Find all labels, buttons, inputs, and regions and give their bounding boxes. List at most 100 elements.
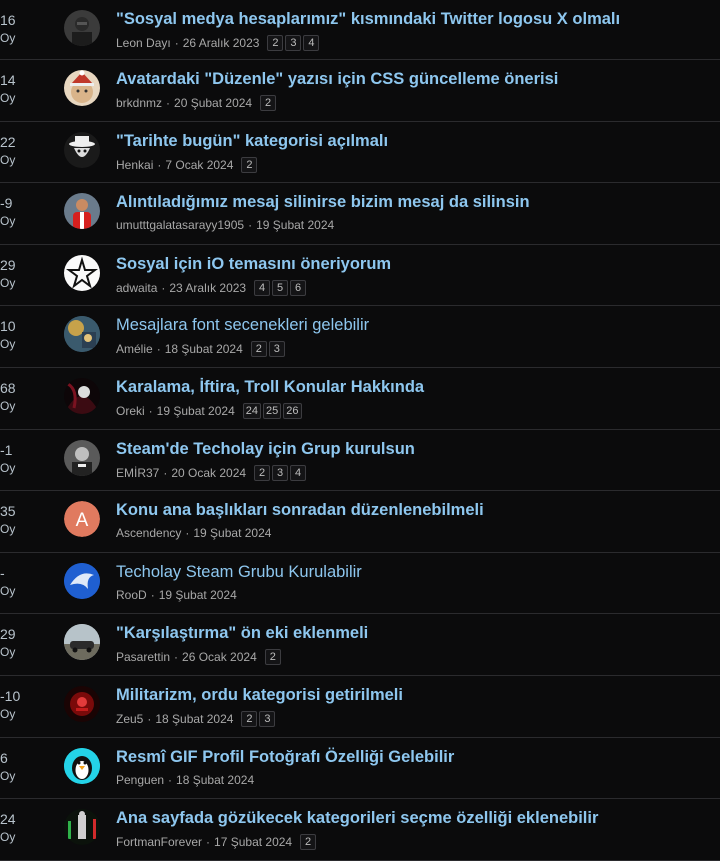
avatar[interactable] bbox=[64, 747, 100, 784]
page-link[interactable]: 24 bbox=[242, 402, 261, 419]
vote-label: Oy bbox=[0, 31, 16, 45]
author-link[interactable]: Zeu5 bbox=[116, 712, 143, 726]
topic-date: 18 Şubat 2024 bbox=[164, 342, 243, 357]
topic-title-link[interactable]: Konu ana başlıkları sonradan düzenlenebi… bbox=[116, 501, 484, 520]
page-link[interactable]: 2 bbox=[260, 95, 277, 111]
topic-date: 23 Aralık 2023 bbox=[169, 280, 247, 295]
page-link[interactable]: 26 bbox=[283, 402, 302, 419]
topic-title-link[interactable]: Mesajlara font secenekleri gelebilir bbox=[116, 316, 369, 335]
topic-row: 16 Oy "Sosyal medya hesaplarımız" kısmında… bbox=[0, 0, 720, 60]
topic-title-link[interactable]: Techolay Steam Grubu Kurulabilir bbox=[116, 563, 362, 582]
page-link[interactable]: 4 bbox=[290, 464, 307, 481]
topic-title-link[interactable]: Militarizm, ordu kategorisi getirilmeli bbox=[116, 686, 403, 705]
topic-title-link[interactable]: Ana sayfada gözükecek kategorileri seçme… bbox=[116, 809, 598, 828]
author-link[interactable]: Henkai bbox=[116, 158, 153, 172]
topic-list: 16 Oy "Sosyal medya hesaplarımız" kısmında… bbox=[0, 0, 720, 861]
topic-title-link[interactable]: Resmî GIF Profil Fotoğrafı Özelliği Gele… bbox=[116, 748, 454, 767]
page-link[interactable]: 2 bbox=[264, 649, 281, 666]
page-link[interactable]: 3 bbox=[259, 710, 276, 727]
meta-separator: · bbox=[185, 526, 190, 541]
topic-meta: Ascendency · 19 Şubat 2024 bbox=[116, 526, 271, 540]
topic-row: - Oy Techolay Steam Grubu Kurulabilir RooD ·… bbox=[0, 553, 720, 615]
page-link[interactable]: 2 bbox=[267, 35, 284, 51]
page-link[interactable]: 3 bbox=[285, 35, 302, 51]
topic-row: 29 Oy "Karşılaştırma" ön eki eklenmeli Pasa… bbox=[0, 614, 720, 676]
topic-row: 14 Oy Avatardaki "Düzenle" yazısı için CSS… bbox=[0, 60, 720, 122]
avatar[interactable] bbox=[64, 70, 100, 106]
page-jump-links: 24 25 26 bbox=[242, 402, 302, 419]
topic-date: 18 Şubat 2024 bbox=[176, 772, 255, 787]
page-link[interactable]: 3 bbox=[272, 464, 289, 481]
author-link[interactable]: Ascendency bbox=[116, 526, 181, 540]
meta-separator: · bbox=[174, 650, 179, 665]
topic-meta: Penguen · 18 Şubat 2024 bbox=[116, 773, 254, 787]
avatar[interactable] bbox=[64, 685, 100, 722]
avatar[interactable] bbox=[64, 562, 100, 599]
avatar[interactable] bbox=[64, 10, 100, 46]
avatar[interactable] bbox=[64, 377, 100, 414]
vote-score: -9 bbox=[0, 195, 13, 212]
page-link[interactable]: 3 bbox=[268, 341, 285, 358]
author-link[interactable]: Oreki bbox=[116, 404, 145, 418]
topic-meta: FortmanForever · 17 Şubat 2024 2 bbox=[116, 834, 317, 851]
topic-title-link[interactable]: "Karşılaştırma" ön eki eklenmeli bbox=[116, 624, 368, 643]
page-jump-links: 2 bbox=[260, 95, 277, 111]
avatar[interactable] bbox=[64, 624, 100, 661]
topic-date: 20 Şubat 2024 bbox=[174, 96, 253, 110]
page-link[interactable]: 4 bbox=[254, 279, 271, 296]
topic-title-link[interactable]: Sosyal için iO temasını öneriyorum bbox=[116, 255, 391, 274]
page-link[interactable]: 2 bbox=[250, 341, 267, 358]
vote-score: 24 bbox=[0, 811, 16, 828]
avatar[interactable] bbox=[64, 193, 100, 230]
page-link[interactable]: 25 bbox=[263, 402, 282, 419]
author-link[interactable]: Leon Dayı bbox=[116, 36, 171, 50]
meta-separator: · bbox=[150, 587, 155, 602]
author-link[interactable]: Amélie bbox=[116, 342, 153, 356]
avatar[interactable] bbox=[64, 439, 100, 476]
avatar[interactable]: A bbox=[64, 501, 100, 538]
page-link[interactable]: 6 bbox=[290, 279, 307, 296]
avatar[interactable] bbox=[64, 131, 100, 168]
author-link[interactable]: Penguen bbox=[116, 773, 164, 787]
page-link[interactable]: 2 bbox=[300, 834, 317, 851]
vote-score: -1 bbox=[0, 441, 13, 458]
author-link[interactable]: adwaita bbox=[116, 281, 157, 295]
page-link[interactable]: 2 bbox=[241, 710, 258, 727]
topic-title-link[interactable]: Karalama, İftira, Troll Konular Hakkında bbox=[116, 378, 424, 397]
topic-row: 24 Oy Ana sayfada gözükecek kategorileri s… bbox=[0, 799, 720, 861]
topic-meta: brkdnmz · 20 Şubat 2024 2 bbox=[116, 95, 277, 111]
page-link[interactable]: 2 bbox=[241, 156, 258, 173]
author-link[interactable]: brkdnmz bbox=[116, 96, 162, 110]
author-link[interactable]: umutttgalatasarayy1905 bbox=[116, 218, 244, 232]
vote-score: 35 bbox=[0, 503, 16, 520]
author-link[interactable]: EMİR37 bbox=[116, 466, 159, 480]
vote-label: Oy bbox=[0, 91, 16, 105]
topic-title-link[interactable]: "Sosyal medya hesaplarımız" kısmındaki T… bbox=[116, 10, 620, 29]
meta-separator: · bbox=[147, 711, 152, 726]
topic-title-link[interactable]: Steam'de Techolay için Grup kurulsun bbox=[116, 440, 415, 459]
page-link[interactable]: 2 bbox=[254, 464, 271, 481]
topic-date: 19 Şubat 2024 bbox=[156, 403, 235, 418]
topic-date: 18 Şubat 2024 bbox=[155, 711, 234, 726]
topic-date: 17 Şubat 2024 bbox=[214, 835, 293, 850]
page-jump-links: 2 bbox=[300, 834, 317, 851]
avatar[interactable] bbox=[64, 809, 100, 846]
topic-date: 19 Şubat 2024 bbox=[193, 526, 272, 541]
page-link[interactable]: 4 bbox=[303, 35, 320, 51]
meta-separator: · bbox=[156, 342, 161, 357]
meta-separator: · bbox=[148, 403, 153, 418]
meta-separator: · bbox=[206, 835, 211, 850]
vote-label: Oy bbox=[0, 152, 16, 167]
author-link[interactable]: Pasarettin bbox=[116, 650, 170, 664]
page-link[interactable]: 5 bbox=[272, 279, 289, 296]
author-link[interactable]: RooD bbox=[116, 588, 147, 602]
avatar[interactable] bbox=[64, 316, 100, 353]
topic-title-link[interactable]: Alıntıladığımız mesaj silinirse bizim me… bbox=[116, 193, 530, 212]
topic-title-link[interactable]: "Tarihte bugün" kategorisi açılmalı bbox=[116, 132, 388, 151]
topic-title-link[interactable]: Avatardaki "Düzenle" yazısı için CSS gün… bbox=[116, 70, 558, 89]
vote-label: Oy bbox=[0, 398, 16, 413]
vote-label: Oy bbox=[0, 706, 16, 721]
author-link[interactable]: FortmanForever bbox=[116, 835, 202, 849]
topic-meta: Henkai · 7 Ocak 2024 2 bbox=[116, 156, 258, 173]
avatar[interactable] bbox=[64, 254, 100, 291]
